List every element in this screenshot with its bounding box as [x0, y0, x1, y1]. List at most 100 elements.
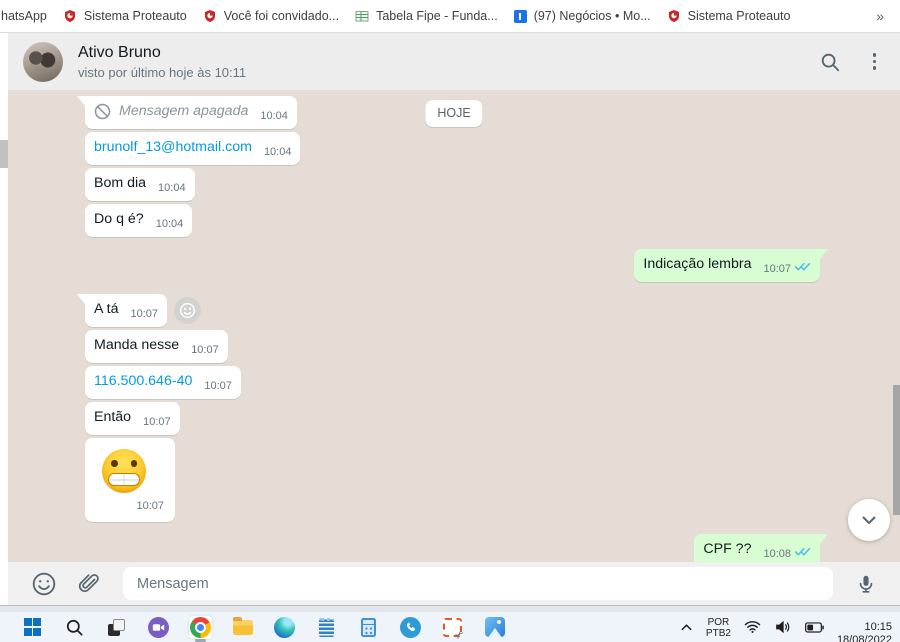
chatlist-scrollbar-thumb[interactable] — [0, 140, 8, 168]
message-bubble-outgoing[interactable]: CPF ?? 10:08 — [694, 534, 820, 562]
message-text: CPF ?? — [703, 540, 751, 559]
clock-date: 18/08/2022 — [837, 634, 892, 642]
red-shield-icon — [63, 9, 77, 23]
tray-chevron-up-icon[interactable] — [679, 621, 694, 634]
photos-icon[interactable] — [483, 616, 506, 639]
bookmark-sistema-proteauto-2[interactable]: Sistema Proteauto — [662, 0, 802, 32]
message-row: 116.500.646-40 10:07 — [8, 366, 900, 399]
message-row: brunolf_13@hotmail.com 10:04 — [8, 132, 900, 165]
bookmark-negocios[interactable]: (97) Negócios • Mo... — [509, 0, 662, 32]
battery-icon[interactable] — [804, 622, 825, 633]
message-text: Então — [94, 408, 131, 427]
message-time: 10:07 — [204, 379, 232, 394]
grimacing-emoji-image — [102, 449, 146, 493]
bookmark-voce-foi-convidado[interactable]: Você foi convidado... — [198, 0, 350, 32]
contact-name: Ativo Bruno — [78, 44, 246, 62]
emoji-picker-icon[interactable] — [25, 571, 63, 597]
chevron-down-icon — [859, 510, 879, 530]
message-time: 10:07 — [130, 307, 158, 322]
bookmark-label: Sistema Proteauto — [688, 9, 791, 23]
edge-icon[interactable] — [273, 616, 296, 639]
smiley-icon — [179, 302, 196, 319]
bookmark-tabela-fipe[interactable]: Tabela Fipe - Funda... — [350, 0, 509, 32]
microphone-icon[interactable] — [849, 573, 883, 595]
message-time: 10:04 — [158, 181, 186, 196]
language-line1: POR — [706, 617, 731, 628]
message-composer — [8, 562, 900, 605]
message-row: A tá 10:07 — [8, 294, 900, 327]
bookmark-whatsapp[interactable]: hatsApp — [0, 0, 58, 32]
message-bubble-outgoing[interactable]: Indicação lembra 10:07 — [634, 249, 820, 282]
react-emoji-button[interactable] — [174, 297, 201, 324]
message-text: Indicação lembra — [643, 255, 751, 274]
contact-info[interactable]: Ativo Bruno visto por último hoje às 10:… — [78, 44, 246, 80]
message-time: 10:07 — [143, 415, 171, 430]
file-explorer-icon[interactable] — [231, 616, 254, 639]
bookmark-label: (97) Negócios • Mo... — [534, 9, 651, 23]
message-time: 10:07 — [763, 262, 791, 277]
snipping-tool-icon[interactable] — [441, 616, 464, 639]
message-bubble[interactable]: 116.500.646-40 10:07 — [85, 366, 241, 399]
message-bubble[interactable]: Manda nesse 10:07 — [85, 330, 228, 363]
bookmarks-overflow-chevron-icon[interactable]: » — [876, 8, 900, 24]
message-row: Manda nesse 10:07 — [8, 330, 900, 363]
wifi-icon[interactable] — [743, 620, 762, 634]
chatlist-scrollbar[interactable] — [0, 33, 8, 605]
language-indicator[interactable]: POR PTB2 — [706, 617, 731, 639]
message-row: Então 10:07 — [8, 402, 900, 435]
search-icon[interactable] — [819, 51, 841, 73]
windows-taskbar: POR PTB2 10:15 18/08/2022 — [0, 612, 900, 642]
windows-start-icon[interactable] — [21, 616, 44, 639]
blue-doc-icon — [514, 10, 527, 23]
message-bubble[interactable]: A tá 10:07 — [85, 294, 167, 327]
message-time: 10:07 — [191, 343, 219, 358]
clock-time: 10:15 — [837, 621, 892, 634]
bookmark-label: Tabela Fipe - Funda... — [376, 9, 498, 23]
task-view-icon[interactable] — [105, 616, 128, 639]
chat-scrollbar-thumb[interactable] — [893, 385, 900, 515]
message-row: CPF ?? 10:08 — [8, 534, 900, 562]
double-check-read-icon — [794, 545, 811, 561]
message-time: 10:07 — [136, 499, 164, 514]
message-bubble[interactable]: brunolf_13@hotmail.com 10:04 — [85, 132, 300, 165]
double-check-read-icon — [794, 260, 811, 276]
message-bubble[interactable]: Bom dia 10:04 — [85, 168, 195, 201]
camera-app-icon[interactable] — [147, 616, 170, 639]
red-shield-icon — [667, 9, 681, 23]
message-time: 10:08 — [763, 547, 791, 562]
date-chip: HOJE — [425, 100, 482, 127]
chat-panel: HOJE Mensagem apagada 10:04 brunolf_13@h… — [8, 90, 900, 562]
message-text: Do q é? — [94, 210, 144, 229]
message-link[interactable]: 116.500.646-40 — [94, 372, 192, 391]
red-shield-icon — [203, 9, 217, 23]
taskbar-clock[interactable]: 10:15 18/08/2022 — [837, 621, 892, 642]
bookmarks-bar: hatsApp Sistema Proteauto Você foi convi… — [0, 0, 900, 33]
attach-paperclip-icon[interactable] — [71, 572, 107, 596]
message-text: Manda nesse — [94, 336, 179, 355]
taskbar-search-icon[interactable] — [63, 616, 86, 639]
speaker-icon[interactable] — [774, 620, 792, 634]
bookmark-label: Você foi convidado... — [224, 9, 339, 23]
fipe-table-icon — [355, 9, 369, 23]
contact-avatar[interactable] — [23, 42, 63, 82]
scroll-to-bottom-button[interactable] — [848, 499, 890, 541]
message-link[interactable]: brunolf_13@hotmail.com — [94, 138, 252, 157]
message-text: Mensagem apagada — [119, 102, 248, 121]
bookmark-sistema-proteauto-1[interactable]: Sistema Proteauto — [58, 0, 198, 32]
message-bubble[interactable]: Então 10:07 — [85, 402, 180, 435]
prohibited-icon — [94, 103, 111, 120]
notepad-icon[interactable] — [315, 616, 338, 639]
menu-kebab-icon[interactable] — [871, 51, 879, 72]
chat-header: Ativo Bruno visto por último hoje às 10:… — [8, 33, 900, 90]
message-bubble-emoji[interactable]: 10:07 — [85, 438, 175, 522]
phone-app-icon[interactable] — [399, 616, 422, 639]
message-row: 10:07 — [8, 438, 900, 522]
calculator-icon[interactable] — [357, 616, 380, 639]
message-bubble[interactable]: Do q é? 10:04 — [85, 204, 192, 237]
message-row: Bom dia 10:04 — [8, 168, 900, 201]
last-seen-status: visto por último hoje às 10:11 — [78, 65, 246, 80]
chrome-icon[interactable] — [189, 616, 212, 639]
message-bubble-deleted[interactable]: Mensagem apagada 10:04 — [85, 96, 297, 129]
message-input[interactable] — [123, 567, 833, 600]
message-row: Indicação lembra 10:07 — [8, 249, 900, 282]
